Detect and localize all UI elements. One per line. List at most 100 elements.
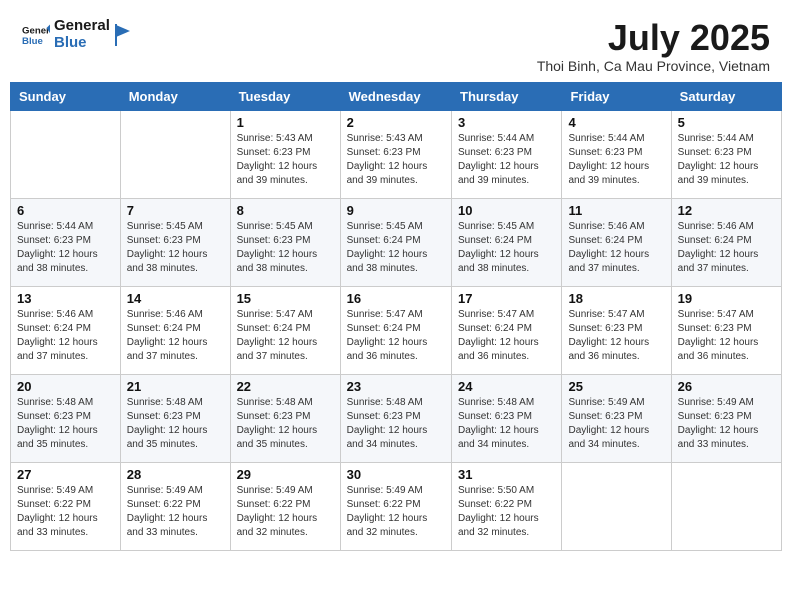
- day-info: Sunrise: 5:44 AM Sunset: 6:23 PM Dayligh…: [458, 132, 555, 188]
- calendar-week-row: 13 Sunrise: 5:46 AM Sunset: 6:24 PM Dayli…: [11, 286, 782, 374]
- location: Thoi Binh, Ca Mau Province, Vietnam: [537, 58, 770, 74]
- day-info: Sunrise: 5:49 AM Sunset: 6:22 PM Dayligh…: [347, 484, 445, 540]
- day-info: Sunrise: 5:46 AM Sunset: 6:24 PM Dayligh…: [17, 308, 114, 364]
- day-number: 22: [237, 379, 334, 394]
- calendar-cell: 13 Sunrise: 5:46 AM Sunset: 6:24 PM Dayli…: [11, 286, 121, 374]
- day-info: Sunrise: 5:43 AM Sunset: 6:23 PM Dayligh…: [237, 132, 334, 188]
- calendar-cell: 21 Sunrise: 5:48 AM Sunset: 6:23 PM Dayli…: [120, 374, 230, 462]
- day-info: Sunrise: 5:50 AM Sunset: 6:22 PM Dayligh…: [458, 484, 555, 540]
- day-number: 6: [17, 203, 114, 218]
- day-info: Sunrise: 5:47 AM Sunset: 6:23 PM Dayligh…: [568, 308, 664, 364]
- weekday-header-tuesday: Tuesday: [230, 82, 340, 110]
- weekday-header-monday: Monday: [120, 82, 230, 110]
- day-number: 7: [127, 203, 224, 218]
- day-number: 13: [17, 291, 114, 306]
- calendar-cell: 1 Sunrise: 5:43 AM Sunset: 6:23 PM Daylig…: [230, 110, 340, 198]
- day-info: Sunrise: 5:47 AM Sunset: 6:24 PM Dayligh…: [458, 308, 555, 364]
- day-info: Sunrise: 5:48 AM Sunset: 6:23 PM Dayligh…: [347, 396, 445, 452]
- calendar-cell: 15 Sunrise: 5:47 AM Sunset: 6:24 PM Dayli…: [230, 286, 340, 374]
- day-info: Sunrise: 5:47 AM Sunset: 6:23 PM Dayligh…: [678, 308, 775, 364]
- logo: General Blue General Blue: [22, 18, 132, 51]
- day-number: 1: [237, 115, 334, 130]
- calendar-cell: 8Sunrise: 5:45 AM Sunset: 6:23 PM Daylig…: [230, 198, 340, 286]
- day-number: 25: [568, 379, 664, 394]
- weekday-header-friday: Friday: [562, 82, 671, 110]
- day-info: Sunrise: 5:48 AM Sunset: 6:23 PM Dayligh…: [458, 396, 555, 452]
- day-info: Sunrise: 5:45 AM Sunset: 6:24 PM Dayligh…: [458, 220, 555, 276]
- day-number: 17: [458, 291, 555, 306]
- day-number: 30: [347, 467, 445, 482]
- day-info: Sunrise: 5:44 AM Sunset: 6:23 PM Dayligh…: [568, 132, 664, 188]
- calendar-cell: 17 Sunrise: 5:47 AM Sunset: 6:24 PM Dayli…: [452, 286, 562, 374]
- calendar-cell: [562, 462, 671, 550]
- calendar-cell: 12 Sunrise: 5:46 AM Sunset: 6:24 PM Dayli…: [671, 198, 781, 286]
- day-info: Sunrise: 5:44 AM Sunset: 6:23 PM Dayligh…: [17, 220, 114, 276]
- weekday-header-sunday: Sunday: [11, 82, 121, 110]
- calendar-cell: 26 Sunrise: 5:49 AM Sunset: 6:23 PM Dayli…: [671, 374, 781, 462]
- day-info: Sunrise: 5:48 AM Sunset: 6:23 PM Dayligh…: [127, 396, 224, 452]
- day-number: 15: [237, 291, 334, 306]
- weekday-header-thursday: Thursday: [452, 82, 562, 110]
- day-info: Sunrise: 5:45 AM Sunset: 6:23 PM Dayligh…: [127, 220, 224, 276]
- day-info: Sunrise: 5:43 AM Sunset: 6:23 PM Dayligh…: [347, 132, 445, 188]
- calendar-cell: 4 Sunrise: 5:44 AM Sunset: 6:23 PM Daylig…: [562, 110, 671, 198]
- calendar-cell: 2 Sunrise: 5:43 AM Sunset: 6:23 PM Daylig…: [340, 110, 451, 198]
- day-number: 23: [347, 379, 445, 394]
- page-header: General Blue General Blue July 2025 Thoi…: [10, 10, 782, 78]
- calendar-cell: [671, 462, 781, 550]
- calendar-cell: 11Sunrise: 5:46 AM Sunset: 6:24 PM Dayli…: [562, 198, 671, 286]
- day-number: 14: [127, 291, 224, 306]
- day-number: 3: [458, 115, 555, 130]
- day-info: Sunrise: 5:49 AM Sunset: 6:22 PM Dayligh…: [127, 484, 224, 540]
- day-number: 21: [127, 379, 224, 394]
- day-number: 2: [347, 115, 445, 130]
- calendar-cell: 22Sunrise: 5:48 AM Sunset: 6:23 PM Dayli…: [230, 374, 340, 462]
- day-info: Sunrise: 5:45 AM Sunset: 6:24 PM Dayligh…: [347, 220, 445, 276]
- day-number: 31: [458, 467, 555, 482]
- calendar-cell: 20 Sunrise: 5:48 AM Sunset: 6:23 PM Dayli…: [11, 374, 121, 462]
- day-number: 27: [17, 467, 114, 482]
- day-info: Sunrise: 5:44 AM Sunset: 6:23 PM Dayligh…: [678, 132, 775, 188]
- day-number: 26: [678, 379, 775, 394]
- day-number: 5: [678, 115, 775, 130]
- logo-flag-icon: [114, 24, 132, 46]
- calendar-cell: 5 Sunrise: 5:44 AM Sunset: 6:23 PM Daylig…: [671, 110, 781, 198]
- day-number: 16: [347, 291, 445, 306]
- day-number: 20: [17, 379, 114, 394]
- calendar-cell: 25 Sunrise: 5:49 AM Sunset: 6:23 PM Dayli…: [562, 374, 671, 462]
- weekday-header-wednesday: Wednesday: [340, 82, 451, 110]
- calendar-cell: 7 Sunrise: 5:45 AM Sunset: 6:23 PM Daylig…: [120, 198, 230, 286]
- logo-general: General: [54, 18, 110, 35]
- calendar-cell: 6 Sunrise: 5:44 AM Sunset: 6:23 PM Daylig…: [11, 198, 121, 286]
- svg-text:General: General: [22, 25, 50, 36]
- svg-text:Blue: Blue: [22, 35, 43, 46]
- day-info: Sunrise: 5:49 AM Sunset: 6:23 PM Dayligh…: [678, 396, 775, 452]
- day-info: Sunrise: 5:47 AM Sunset: 6:24 PM Dayligh…: [237, 308, 334, 364]
- day-info: Sunrise: 5:49 AM Sunset: 6:22 PM Dayligh…: [237, 484, 334, 540]
- day-info: Sunrise: 5:47 AM Sunset: 6:24 PM Dayligh…: [347, 308, 445, 364]
- calendar-table: SundayMondayTuesdayWednesdayThursdayFrid…: [10, 82, 782, 551]
- calendar-header-row: SundayMondayTuesdayWednesdayThursdayFrid…: [11, 82, 782, 110]
- calendar-cell: 19Sunrise: 5:47 AM Sunset: 6:23 PM Dayli…: [671, 286, 781, 374]
- calendar-cell: 9 Sunrise: 5:45 AM Sunset: 6:24 PM Daylig…: [340, 198, 451, 286]
- day-number: 12: [678, 203, 775, 218]
- calendar-cell: [11, 110, 121, 198]
- calendar-cell: 29 Sunrise: 5:49 AM Sunset: 6:22 PM Dayli…: [230, 462, 340, 550]
- calendar-week-row: 20 Sunrise: 5:48 AM Sunset: 6:23 PM Dayli…: [11, 374, 782, 462]
- calendar-cell: 27 Sunrise: 5:49 AM Sunset: 6:22 PM Dayli…: [11, 462, 121, 550]
- weekday-header-saturday: Saturday: [671, 82, 781, 110]
- logo-blue: Blue: [54, 35, 110, 52]
- day-number: 9: [347, 203, 445, 218]
- calendar-cell: 18Sunrise: 5:47 AM Sunset: 6:23 PM Dayli…: [562, 286, 671, 374]
- day-info: Sunrise: 5:49 AM Sunset: 6:22 PM Dayligh…: [17, 484, 114, 540]
- day-info: Sunrise: 5:46 AM Sunset: 6:24 PM Dayligh…: [127, 308, 224, 364]
- day-info: Sunrise: 5:49 AM Sunset: 6:23 PM Dayligh…: [568, 396, 664, 452]
- day-info: Sunrise: 5:46 AM Sunset: 6:24 PM Dayligh…: [678, 220, 775, 276]
- day-number: 11: [568, 203, 664, 218]
- day-number: 4: [568, 115, 664, 130]
- day-info: Sunrise: 5:48 AM Sunset: 6:23 PM Dayligh…: [17, 396, 114, 452]
- calendar-cell: 24Sunrise: 5:48 AM Sunset: 6:23 PM Dayli…: [452, 374, 562, 462]
- day-info: Sunrise: 5:45 AM Sunset: 6:23 PM Dayligh…: [237, 220, 334, 276]
- calendar-cell: [120, 110, 230, 198]
- day-number: 29: [237, 467, 334, 482]
